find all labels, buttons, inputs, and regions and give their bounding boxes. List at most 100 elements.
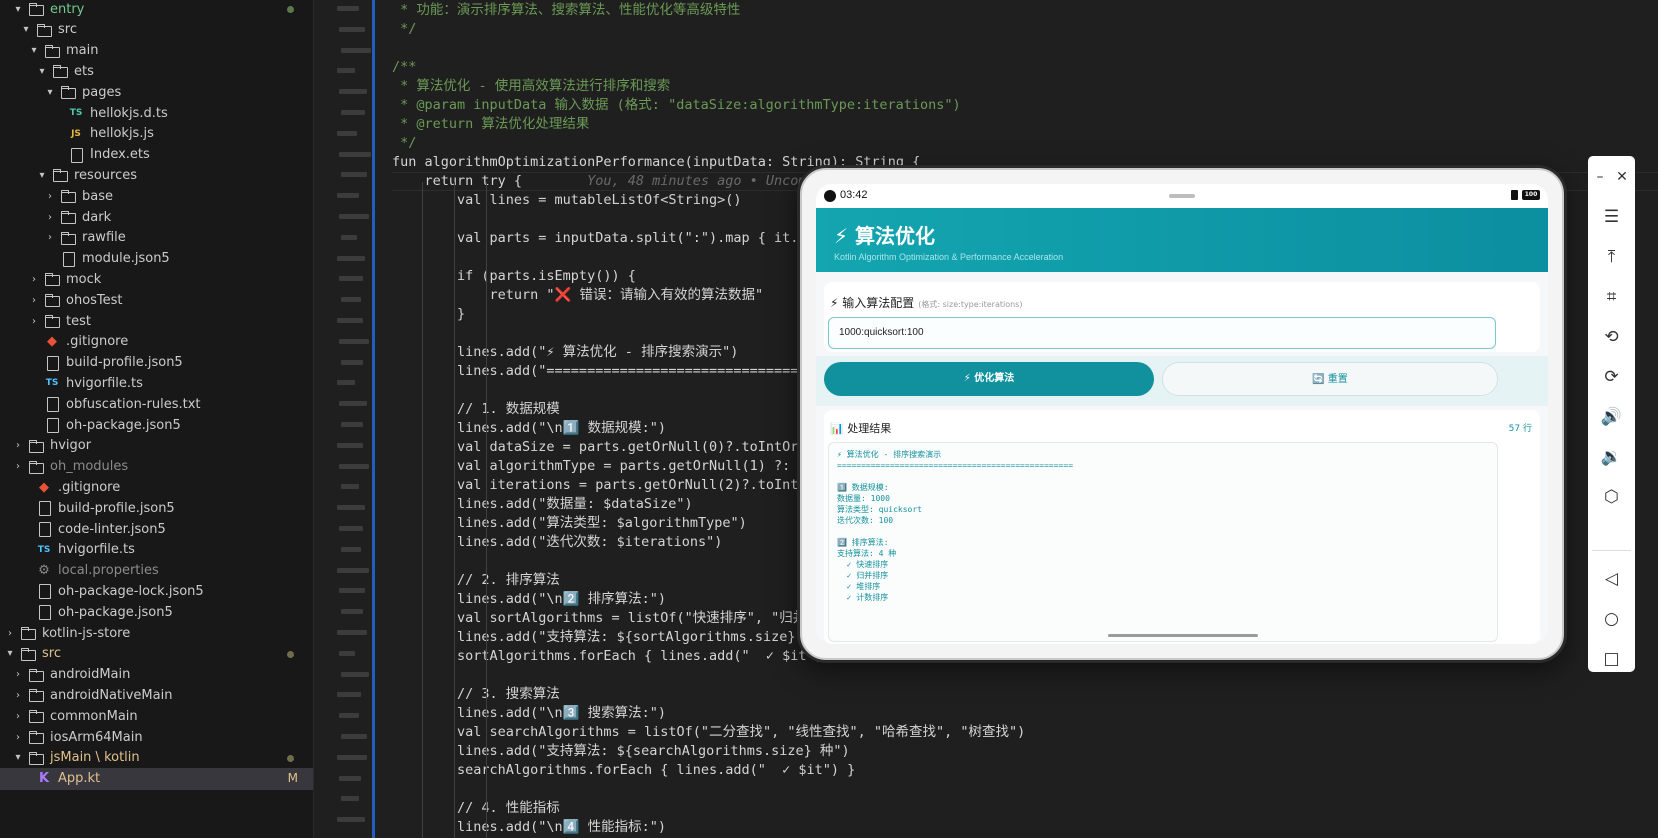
gutter-block	[337, 6, 359, 11]
file-explorer: ▾ entry ▾ src ▾ main ▾ ets ▾ pages TS hellokjs.d.ts…	[0, 0, 314, 838]
explorer-item[interactable]: build-profile.json5	[0, 497, 313, 519]
code-text: lines.add("数据量: $dataSize")	[392, 496, 693, 512]
volume-down-button[interactable]: 🔉	[1588, 442, 1635, 472]
shake-button[interactable]: ⬡	[1588, 482, 1635, 512]
back-button[interactable]: ◁	[1588, 564, 1635, 594]
signal-icon	[1511, 190, 1518, 200]
explorer-item[interactable]: ⚙ local.properties	[0, 560, 313, 582]
code-line: return "❌ 错误：请输入有效的算法数据"	[392, 286, 764, 305]
explorer-item[interactable]: ▾ entry	[0, 0, 313, 20]
gutter-block	[341, 422, 363, 427]
screenshot-crop-button[interactable]: ⌗	[1588, 282, 1635, 312]
app-title: ⚡ 算法优化	[834, 224, 936, 248]
explorer-item-label: oh-package.json5	[66, 417, 181, 433]
explorer-item[interactable]: TS hvigorfile.ts	[0, 372, 313, 394]
explorer-item-label: code-linter.json5	[58, 521, 166, 537]
output-line: 算法类型: quicksort	[837, 505, 922, 514]
explorer-item[interactable]: JS hellokjs.js	[0, 123, 313, 145]
gutter-block	[341, 110, 365, 115]
explorer-item[interactable]: › androidNativeMain	[0, 684, 313, 706]
rotate-button[interactable]: ⟲	[1588, 322, 1635, 352]
explorer-item[interactable]: code-linter.json5	[0, 518, 313, 540]
algorithm-config-input[interactable]: 1000:quicksort:100	[828, 317, 1496, 349]
folder-icon	[28, 668, 44, 682]
button-row: ⚡ 优化算法 🔄 重置	[816, 356, 1548, 406]
result-output[interactable]: ⚡ 算法优化 - 排序搜索演示 =========================…	[828, 442, 1498, 642]
gutter-block	[337, 567, 369, 573]
explorer-item[interactable]: K App.kt M	[0, 767, 313, 790]
explorer-item[interactable]: › kotlin-js-store	[0, 622, 313, 644]
explorer-item-label: hellokjs.d.ts	[90, 105, 168, 121]
explorer-item[interactable]: › base	[0, 185, 313, 207]
explorer-item-label: .gitignore	[66, 334, 129, 350]
recents-button[interactable]: □	[1588, 644, 1635, 674]
explorer-item[interactable]: oh-package.json5	[0, 414, 313, 436]
explorer-item-label: src	[58, 22, 77, 38]
explorer-item[interactable]: ▾ pages	[0, 81, 313, 103]
explorer-item[interactable]: oh-package.json5	[0, 601, 313, 623]
explorer-item[interactable]: › hvigor	[0, 435, 313, 457]
explorer-item-label: iosArm64Main	[50, 729, 143, 745]
code-line: // 1. 数据规模	[392, 400, 560, 419]
explorer-item[interactable]: ▾ src	[0, 19, 313, 41]
explorer-item[interactable]: module.json5	[0, 248, 313, 270]
gutter-block	[337, 505, 365, 511]
file-icon	[36, 522, 52, 537]
explorer-item[interactable]: ◆ .gitignore	[0, 331, 313, 353]
explorer-item[interactable]: Index.ets	[0, 144, 313, 166]
explorer-item[interactable]: › oh_modules	[0, 456, 313, 478]
explorer-item[interactable]: ▾ src	[0, 643, 313, 665]
explorer-item-label: jsMain \ kotlin	[50, 750, 140, 766]
modified-lines-marker	[372, 0, 375, 838]
chevron-down-icon: ▾	[15, 752, 21, 764]
explorer-item[interactable]: ▾ jsMain \ kotlin	[0, 747, 313, 769]
folder-icon	[28, 730, 44, 744]
file-icon	[60, 251, 76, 267]
explorer-item[interactable]: ▾ ets	[0, 60, 313, 82]
code-text: /**	[392, 59, 417, 75]
gear-icon: ⚙	[38, 563, 50, 579]
explorer-item-label: module.json5	[82, 251, 170, 267]
explorer-item[interactable]: › iosArm64Main	[0, 726, 313, 748]
modified-dot-icon	[287, 6, 294, 13]
explorer-item[interactable]: › ohosTest	[0, 289, 313, 311]
explorer-item[interactable]: obfuscation-rules.txt	[0, 393, 313, 415]
volume-up-button[interactable]: 🔊	[1588, 402, 1635, 432]
chevron-right-icon: ›	[16, 669, 20, 681]
explorer-item[interactable]: › test	[0, 310, 313, 332]
rotate-ccw-button[interactable]: ⟳	[1588, 362, 1635, 392]
gutter-block	[341, 609, 363, 615]
explorer-item[interactable]: TS hvigorfile.ts	[0, 539, 313, 561]
pin-top-button[interactable]: ⤒	[1588, 242, 1635, 272]
explorer-item[interactable]: oh-package-lock.json5	[0, 580, 313, 602]
explorer-item[interactable]: ▾ resources	[0, 164, 313, 186]
status-bar: 03:42 100	[816, 184, 1548, 208]
code-text: lines.add("\n3️⃣ 搜索算法:")	[392, 705, 667, 721]
explorer-item[interactable]: TS hellokjs.d.ts	[0, 102, 313, 124]
home-indicator[interactable]	[1108, 634, 1258, 637]
minimize-button[interactable]: –	[1588, 162, 1612, 192]
explorer-item[interactable]: › rawfile	[0, 227, 313, 249]
optimize-button[interactable]: ⚡ 优化算法	[824, 362, 1154, 396]
explorer-item[interactable]: › commonMain	[0, 705, 313, 727]
chevron-right-icon: ›	[48, 211, 52, 223]
chevron-right-icon: ›	[16, 710, 20, 722]
chevron-right-icon: ›	[32, 273, 36, 285]
explorer-item[interactable]: ▾ main	[0, 40, 313, 62]
explorer-item[interactable]: › dark	[0, 206, 313, 228]
explorer-item-label: ets	[74, 63, 94, 79]
gutter-block	[341, 734, 367, 739]
device-screen[interactable]: 03:42 100 ⚡ 算法优化 Kotlin Algorithm Optimi…	[816, 184, 1548, 644]
code-line: // 3. 搜索算法	[392, 685, 560, 704]
close-button[interactable]: ✕	[1610, 162, 1634, 192]
input-card: ⚡ 输入算法配置 (格式: size:type:iterations) 1000:…	[824, 282, 1540, 352]
explorer-item[interactable]: build-profile.json5	[0, 352, 313, 374]
explorer-item[interactable]: › androidMain	[0, 664, 313, 686]
menu-button[interactable]: ☰	[1588, 202, 1635, 232]
home-button[interactable]: ○	[1588, 604, 1635, 634]
explorer-item[interactable]: › mock	[0, 268, 313, 290]
explorer-item[interactable]: ◆ .gitignore	[0, 476, 313, 498]
reset-button[interactable]: 🔄 重置	[1162, 362, 1498, 396]
chevron-right-icon: ›	[32, 315, 36, 327]
